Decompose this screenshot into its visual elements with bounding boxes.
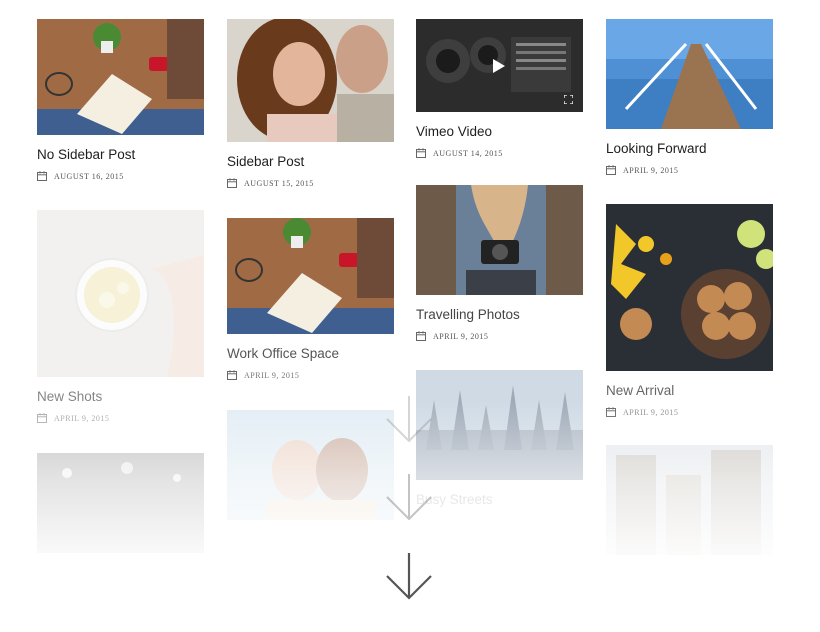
post-thumbnail[interactable] <box>37 453 204 553</box>
post-card[interactable]: New Shots APRIL 9, 2015 <box>37 210 204 423</box>
post-date-text: APRIL 9, 2015 <box>623 407 679 417</box>
post-date: AUGUST 15, 2015 <box>227 178 394 188</box>
post-card[interactable]: Sidebar Post AUGUST 15, 2015 <box>227 19 394 188</box>
post-thumbnail[interactable] <box>37 19 204 135</box>
play-icon[interactable] <box>493 59 505 73</box>
post-date-text: AUGUST 14, 2015 <box>433 148 503 158</box>
cookies-flowers-image <box>606 204 773 371</box>
arrow-down-icon <box>384 472 434 522</box>
post-date-text: AUGUST 16, 2015 <box>54 171 124 181</box>
wooden-pier-image <box>606 19 773 129</box>
post-thumbnail[interactable] <box>606 204 773 371</box>
post-card[interactable] <box>606 445 773 555</box>
post-date: APRIL 9, 2015 <box>606 407 773 417</box>
post-title[interactable]: Sidebar Post <box>227 154 394 170</box>
post-date: APRIL 9, 2015 <box>416 331 583 341</box>
calendar-icon <box>416 331 426 341</box>
calendar-icon <box>227 370 237 380</box>
girl-camera-image <box>416 185 583 295</box>
calendar-icon <box>606 165 616 175</box>
calendar-icon <box>37 171 47 181</box>
forest-trees-image <box>416 370 583 480</box>
post-thumbnail[interactable] <box>227 410 394 520</box>
post-date: AUGUST 16, 2015 <box>37 171 204 181</box>
post-thumbnail[interactable] <box>227 19 394 142</box>
post-thumbnail[interactable] <box>37 210 204 377</box>
couple-portrait-image <box>227 19 394 142</box>
post-date: APRIL 9, 2015 <box>37 413 204 423</box>
post-card[interactable] <box>37 453 204 553</box>
desk-notebook-image <box>37 19 204 135</box>
post-title[interactable]: Vimeo Video <box>416 124 583 140</box>
post-card[interactable]: Travelling Photos APRIL 9, 2015 <box>416 185 583 341</box>
video-thumbnail[interactable] <box>416 19 583 112</box>
post-date: APRIL 9, 2015 <box>606 165 773 175</box>
calendar-icon <box>227 178 237 188</box>
post-thumbnail[interactable] <box>416 185 583 295</box>
post-card[interactable]: Vimeo Video AUGUST 14, 2015 <box>416 19 583 158</box>
arrow-down-icon[interactable] <box>384 551 434 601</box>
couple-sunglasses-image <box>227 410 394 520</box>
post-title[interactable]: New Arrival <box>606 383 773 399</box>
post-thumbnail[interactable] <box>606 19 773 129</box>
arrow-down-icon <box>384 394 434 444</box>
city-buildings-image <box>606 445 773 555</box>
fullscreen-icon[interactable] <box>564 95 573 104</box>
post-title[interactable]: New Shots <box>37 389 204 405</box>
post-date-text: APRIL 9, 2015 <box>433 331 489 341</box>
post-date-text: APRIL 9, 2015 <box>244 370 300 380</box>
post-date-text: APRIL 9, 2015 <box>623 165 679 175</box>
post-title[interactable]: No Sidebar Post <box>37 147 204 163</box>
post-date: AUGUST 14, 2015 <box>416 148 583 158</box>
post-date-text: APRIL 9, 2015 <box>54 413 110 423</box>
calendar-icon <box>416 148 426 158</box>
post-card[interactable]: No Sidebar Post AUGUST 16, 2015 <box>37 19 204 181</box>
post-thumbnail[interactable] <box>227 218 394 334</box>
post-card[interactable]: New Arrival APRIL 9, 2015 <box>606 204 773 417</box>
post-card[interactable]: Looking Forward APRIL 9, 2015 <box>606 19 773 175</box>
post-date-text: AUGUST 15, 2015 <box>244 178 314 188</box>
city-lights-image <box>37 453 204 553</box>
post-card[interactable]: Work Office Space APRIL 9, 2015 <box>227 218 394 380</box>
post-title[interactable]: Looking Forward <box>606 141 773 157</box>
desk-notebook-image <box>227 218 394 334</box>
tea-cup-image <box>37 210 204 377</box>
calendar-icon <box>606 407 616 417</box>
post-thumbnail[interactable] <box>606 445 773 555</box>
post-card[interactable]: Busy Streets <box>416 370 583 508</box>
post-title[interactable]: Travelling Photos <box>416 307 583 323</box>
calendar-icon <box>37 413 47 423</box>
post-date: APRIL 9, 2015 <box>227 370 394 380</box>
post-card[interactable] <box>227 410 394 520</box>
post-thumbnail[interactable] <box>416 370 583 480</box>
post-title[interactable]: Busy Streets <box>416 492 583 508</box>
post-title[interactable]: Work Office Space <box>227 346 394 362</box>
